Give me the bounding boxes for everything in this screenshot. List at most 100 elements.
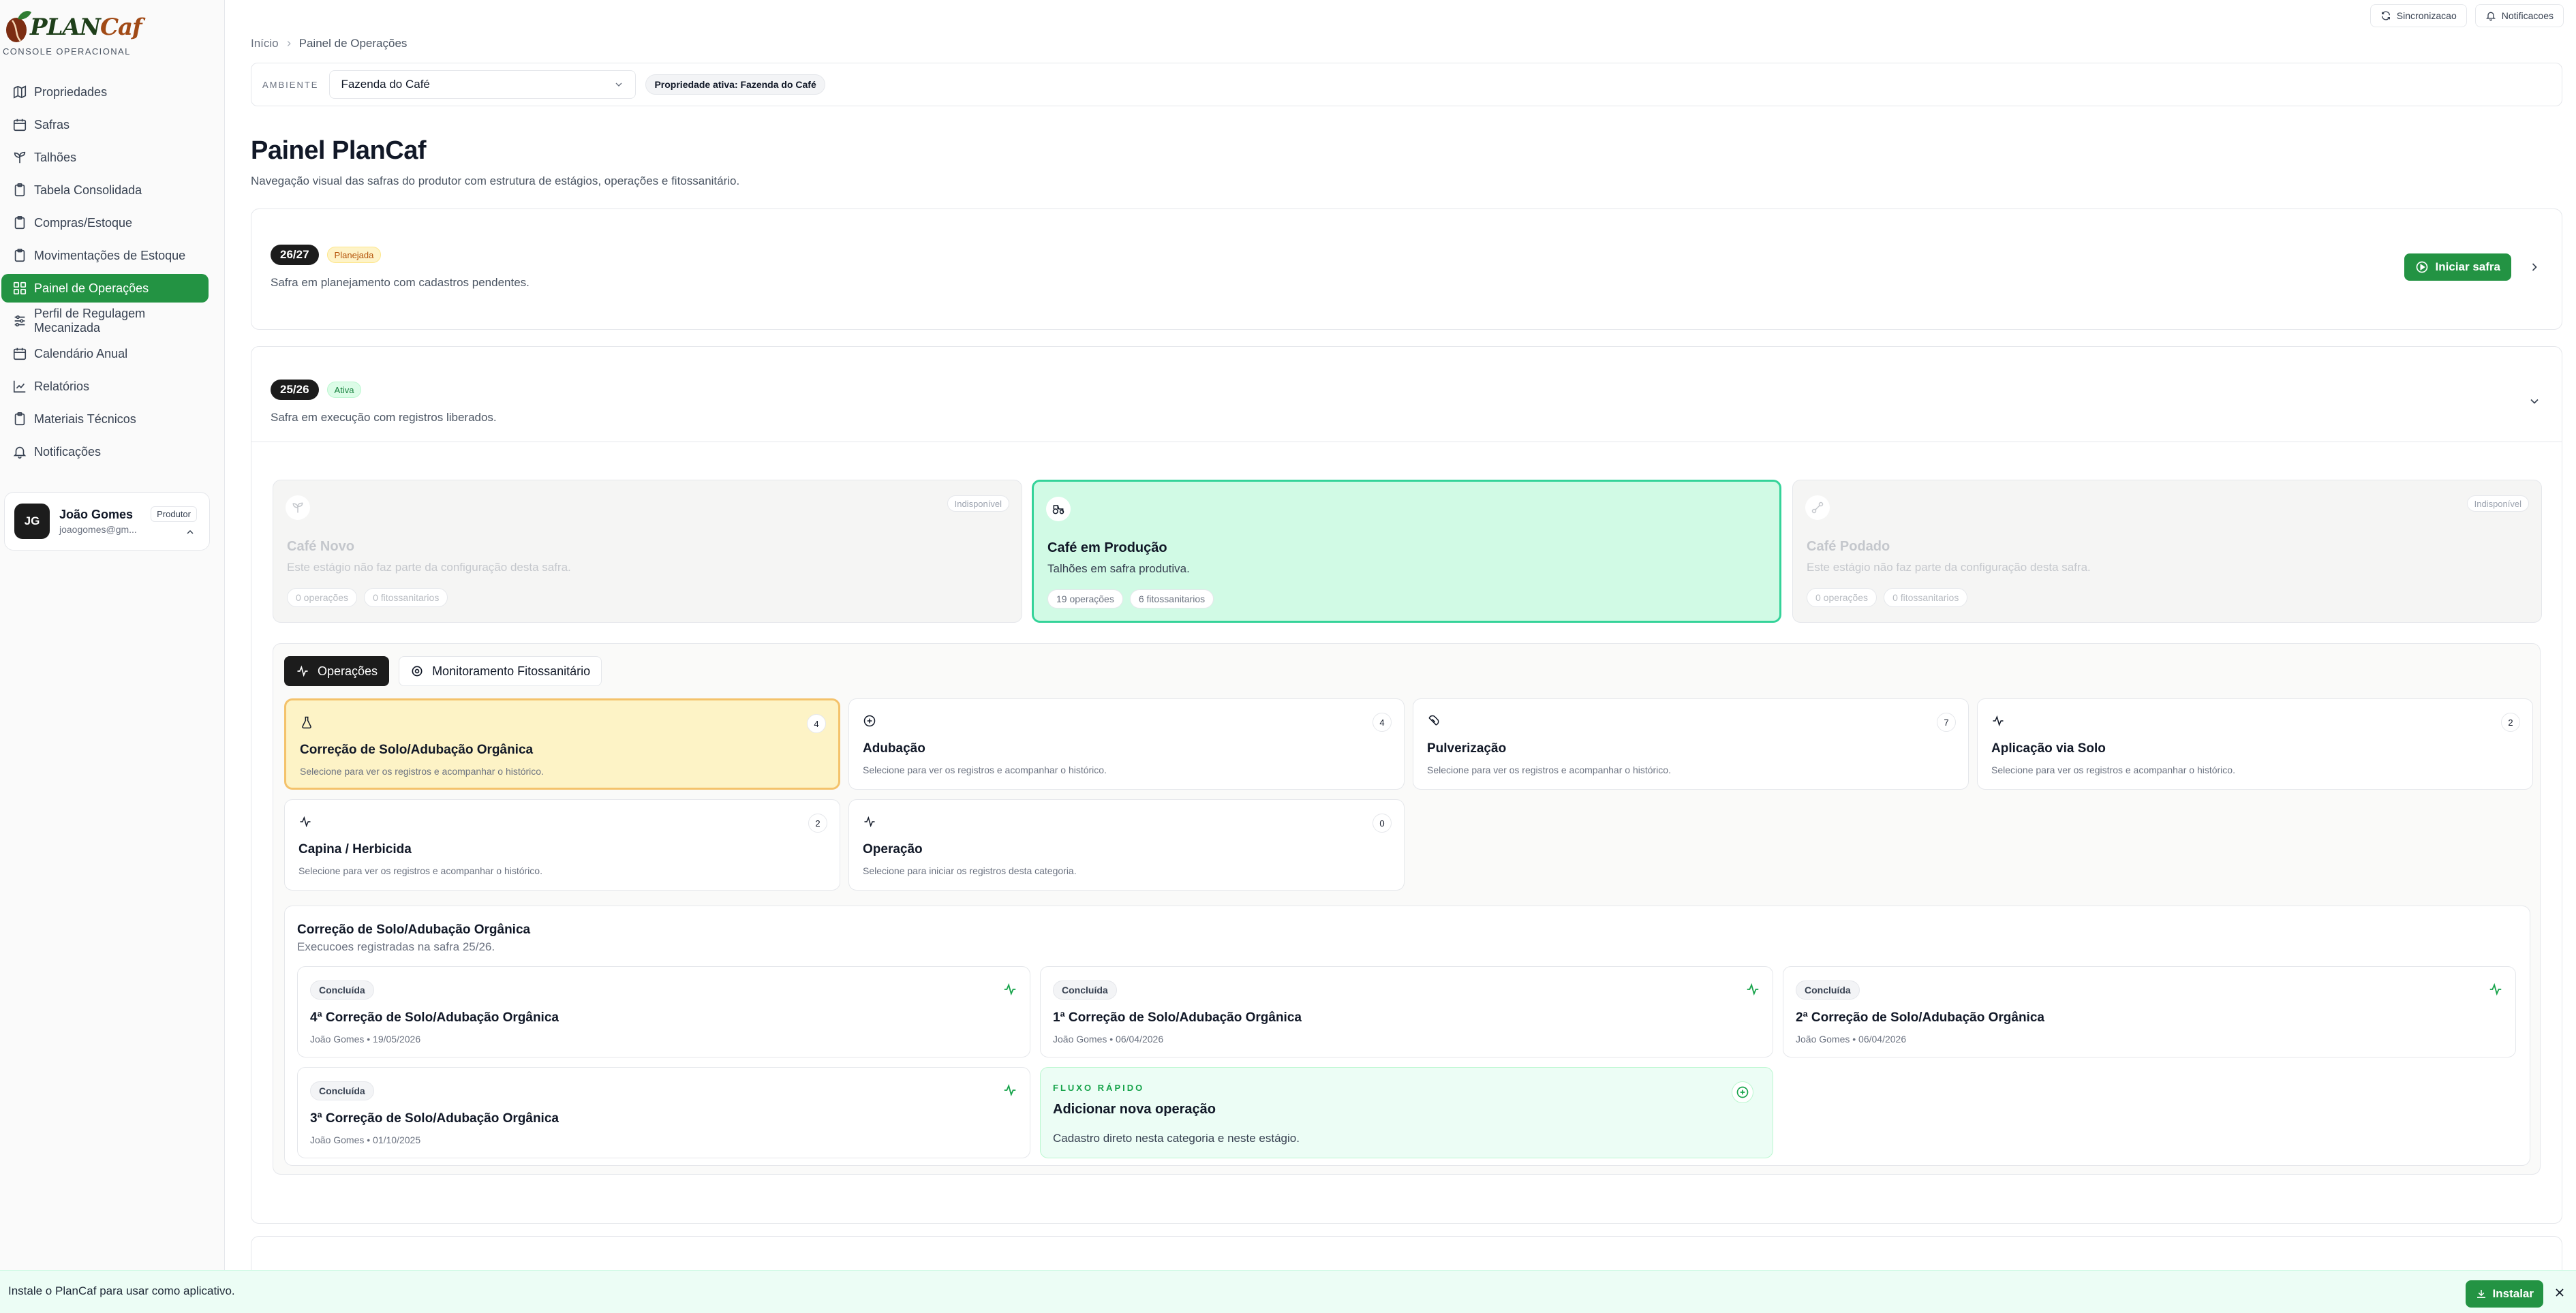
chevron-down-icon xyxy=(615,82,622,87)
chevron-up-icon[interactable] xyxy=(185,527,196,538)
chevron-down-icon[interactable] xyxy=(2528,395,2541,408)
record-meta: João Gomes • 19/05/2026 xyxy=(310,1034,421,1045)
sidebar-item-movimentacoes-estoque[interactable]: Movimentações de Estoque xyxy=(1,241,209,270)
sidebar-item-tabela-consolidada[interactable]: Tabela Consolidada xyxy=(1,176,209,204)
sidebar-item-perfil-regulagem[interactable]: Perfil de Regulagem Mecanizada xyxy=(1,307,209,335)
install-button-label: Instalar xyxy=(2492,1287,2534,1300)
category-card-capina-herbicida[interactable]: 2 Capina / Herbicida Selecione para ver … xyxy=(284,799,840,891)
bell-icon xyxy=(2485,12,2496,21)
operation-record-card[interactable]: Concluída 3ª Correção de Solo/Adubação O… xyxy=(297,1067,1030,1158)
sidebar-item-label: Compras/Estoque xyxy=(34,215,133,230)
user-menu[interactable]: JG João Gomes joaogomes@gm... Produtor xyxy=(4,492,210,551)
sidebar-item-notificacoes[interactable]: Notificações xyxy=(1,437,209,466)
category-card-adubacao[interactable]: 4 Adubação Selecione para ver os registr… xyxy=(848,698,1405,790)
activity-icon xyxy=(297,665,308,677)
record-title: 4ª Correção de Solo/Adubação Orgânica xyxy=(310,1010,559,1025)
unavailable-badge: Indisponível xyxy=(947,495,1009,512)
status-badge: Concluída xyxy=(1796,980,1860,1000)
brand-wordmark: PLANCaf xyxy=(30,14,142,41)
detail-title: Correção de Solo/Adubação Orgânica xyxy=(297,923,531,937)
sidebar-item-materiais-tecnicos[interactable]: Materiais Técnicos xyxy=(1,405,209,433)
start-safra-label: Iniciar safra xyxy=(2435,260,2500,273)
grid-icon xyxy=(13,281,27,295)
activity-icon xyxy=(300,816,311,828)
install-message: Instale o PlanCaf para usar como aplicat… xyxy=(8,1284,235,1297)
sliders-icon xyxy=(14,315,25,327)
add-operation-card[interactable]: FLUXO RÁPIDO Adicionar nova operação Cad… xyxy=(1040,1067,1773,1158)
sidebar-item-label: Perfil de Regulagem Mecanizada xyxy=(34,307,146,335)
plus-circle-icon xyxy=(1736,1086,1749,1098)
operation-record-card[interactable]: Concluída 1ª Correção de Solo/Adubação O… xyxy=(1040,966,1773,1057)
tab-monitoramento[interactable]: Monitoramento Fitossanitário xyxy=(399,656,602,686)
safra-description: Safra em planejamento com cadastros pend… xyxy=(271,276,530,289)
brand-logo: PLANCaf xyxy=(3,8,142,44)
notifications-button[interactable]: Notificacoes xyxy=(2474,4,2564,27)
add-operation-button[interactable] xyxy=(1732,1081,1753,1103)
category-description: Selecione para ver os registros e acompa… xyxy=(863,764,1107,775)
breadcrumb-current: Painel de Operações xyxy=(298,37,408,50)
category-count: 2 xyxy=(808,814,827,833)
spray-icon xyxy=(1428,715,1439,726)
user-name: João Gomes xyxy=(59,508,134,521)
chart-icon xyxy=(13,380,26,393)
close-icon[interactable] xyxy=(2553,1286,2566,1299)
sidebar-item-safras[interactable]: Safras xyxy=(1,110,209,139)
tab-label: Operações xyxy=(318,664,378,678)
category-card-aplicacao-via-solo[interactable]: 2 Aplicação via Solo Selecione para ver … xyxy=(1977,698,2533,790)
category-title: Aplicação via Solo xyxy=(1991,741,2106,756)
play-circle-icon xyxy=(2416,261,2427,273)
stage-description: Este estágio não faz parte da configuraç… xyxy=(287,561,571,574)
stage-card-cafe-podado: Indisponível Café Podado Este estágio nã… xyxy=(1792,480,2542,623)
brand-subtitle: CONSOLE OPERACIONAL xyxy=(3,46,131,57)
install-button[interactable]: Instalar xyxy=(2465,1280,2543,1308)
record-meta: João Gomes • 01/10/2025 xyxy=(310,1134,421,1145)
category-detail: Correção de Solo/Adubação Orgânica Execu… xyxy=(284,906,2530,1166)
record-title: 1ª Correção de Solo/Adubação Orgânica xyxy=(1053,1010,1302,1025)
sidebar-item-calendario-anual[interactable]: Calendário Anual xyxy=(1,339,209,368)
add-operation-description: Cadastro direto nesta categoria e neste … xyxy=(1053,1132,1300,1145)
category-card-pulverizacao[interactable]: 7 Pulverização Selecione para ver os reg… xyxy=(1413,698,1969,790)
safra-header[interactable] xyxy=(251,347,2562,442)
safra-card-26-27[interactable]: 26/27 Planejada Safra em planejamento co… xyxy=(251,208,2562,330)
stage-title: Café Podado xyxy=(1807,539,1890,554)
category-description: Selecione para iniciar os registros dest… xyxy=(863,865,1077,876)
sidebar-item-label: Materiais Técnicos xyxy=(34,412,136,426)
category-description: Selecione para ver os registros e acompa… xyxy=(300,766,544,777)
category-description: Selecione para ver os registros e acompa… xyxy=(298,865,542,876)
chevron-right-icon[interactable] xyxy=(2528,260,2541,274)
breadcrumb-home[interactable]: Início xyxy=(251,37,279,50)
operation-record-card[interactable]: Concluída 4ª Correção de Solo/Adubação O… xyxy=(297,966,1030,1057)
category-title: Correção de Solo/Adubação Orgânica xyxy=(300,743,534,757)
sidebar-item-compras-estoque[interactable]: Compras/Estoque xyxy=(1,208,209,237)
tab-operacoes[interactable]: Operações xyxy=(284,656,390,686)
category-card-correcao-solo[interactable]: 4 Correção de Solo/Adubação Orgânica Sel… xyxy=(284,698,840,790)
calendar-icon xyxy=(13,347,27,360)
sidebar-item-painel-operacoes[interactable]: Painel de Operações xyxy=(1,274,209,303)
clipboard-icon xyxy=(14,412,25,426)
scissors-icon xyxy=(1811,501,1824,514)
sprout-icon xyxy=(292,502,303,513)
tab-label: Monitoramento Fitossanitário xyxy=(432,664,591,678)
bell-icon xyxy=(13,446,27,459)
sync-button[interactable]: Sincronizacao xyxy=(2370,4,2467,27)
sidebar-item-talhoes[interactable]: Talhões xyxy=(1,143,209,172)
sidebar-item-relatorios[interactable]: Relatórios xyxy=(1,372,209,401)
stage-title: Café Novo xyxy=(287,539,354,554)
start-safra-button[interactable]: Iniciar safra xyxy=(2404,253,2511,281)
sidebar-item-label: Propriedades xyxy=(34,84,108,99)
stage-description: Talhões em safra produtiva. xyxy=(1047,562,1190,575)
category-card-operacao[interactable]: 0 Operação Selecione para iniciar os reg… xyxy=(848,799,1405,891)
status-badge: Concluída xyxy=(310,1081,374,1100)
add-operation-title: Adicionar nova operação xyxy=(1053,1102,1216,1117)
sidebar-item-label: Painel de Operações xyxy=(34,281,149,295)
stage-card-cafe-em-producao[interactable]: Café em Produção Talhões em safra produt… xyxy=(1032,480,1781,623)
quick-flow-label: FLUXO RÁPIDO xyxy=(1053,1083,1145,1093)
user-email: joaogomes@gm... xyxy=(59,524,137,535)
record-title: 2ª Correção de Solo/Adubação Orgânica xyxy=(1796,1010,2044,1025)
clipboard-icon xyxy=(14,216,25,230)
category-count: 4 xyxy=(807,714,826,733)
environment-select[interactable]: Fazenda do Café xyxy=(329,70,637,99)
sidebar-item-propriedades[interactable]: Propriedades xyxy=(1,78,209,106)
operation-record-card[interactable]: Concluída 2ª Correção de Solo/Adubação O… xyxy=(1783,966,2516,1057)
activity-icon xyxy=(864,816,875,828)
